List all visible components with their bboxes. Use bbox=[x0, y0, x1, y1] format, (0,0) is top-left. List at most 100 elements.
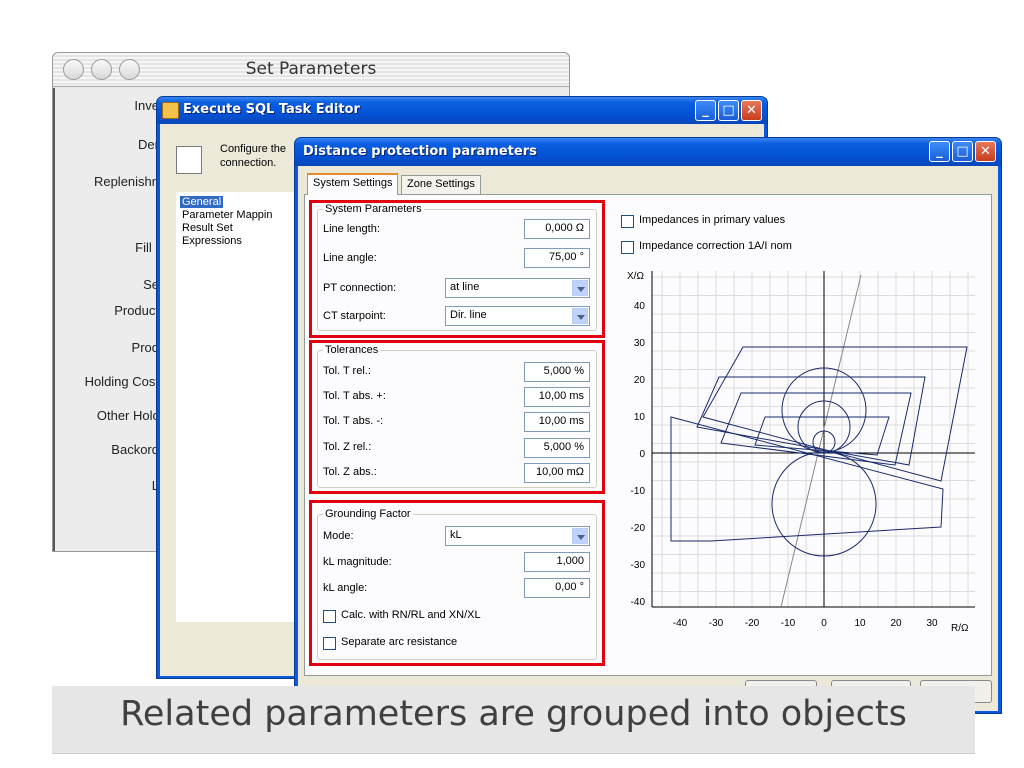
dp-title-bar[interactable]: Distance protection parameters _ □ ✕ bbox=[295, 138, 1001, 166]
mode-select[interactable]: kL bbox=[445, 526, 590, 546]
tolerance-field[interactable]: 5,000 % bbox=[524, 362, 590, 382]
x-tick-label: 20 bbox=[890, 618, 902, 629]
tolerance-field[interactable]: 10,00 mΩ bbox=[524, 463, 590, 483]
x-tick-label: 0 bbox=[821, 618, 827, 629]
mode-label: Mode: bbox=[323, 530, 354, 542]
x-tick-label: -30 bbox=[709, 618, 724, 629]
distance-protection-window: Distance protection parameters _ □ ✕ Sys… bbox=[294, 137, 1002, 714]
maximize-button[interactable]: □ bbox=[952, 141, 973, 162]
impedance-correction-label: Impedance correction 1A/I nom bbox=[639, 240, 792, 252]
close-icon: ✕ bbox=[980, 144, 991, 159]
sql-nav-list: General Parameter Mappin Result Set Expr… bbox=[176, 192, 304, 622]
system-parameters-highlight: System Parameters Line length: 0,000 Ω L… bbox=[309, 200, 605, 338]
nav-item-expressions[interactable]: Expressions bbox=[180, 235, 244, 247]
param-label: Other Holc bbox=[96, 408, 159, 423]
chevron-down-icon[interactable] bbox=[572, 528, 588, 544]
param-label: Product bbox=[114, 303, 159, 318]
tolerance-label: Tol. Z rel.: bbox=[323, 441, 372, 453]
minimize-button[interactable]: _ bbox=[695, 100, 716, 121]
x-tick-label: -10 bbox=[781, 618, 796, 629]
close-button[interactable]: ✕ bbox=[975, 141, 996, 162]
param-label: Backord bbox=[111, 442, 159, 457]
minimize-icon: _ bbox=[702, 103, 709, 118]
param-label: Prod bbox=[131, 340, 159, 355]
impedance-chart: X/Ω 40 30 20 10 0 -10 -20 -30 -40 -40 -3… bbox=[627, 271, 975, 634]
zone-polygon bbox=[696, 376, 926, 466]
line-angle-label: Line angle: bbox=[323, 252, 377, 264]
tolerance-label: Tol. T rel.: bbox=[323, 365, 371, 377]
ct-starpoint-select[interactable]: Dir. line bbox=[445, 306, 590, 326]
pt-connection-select[interactable]: at line bbox=[445, 278, 590, 298]
tolerance-field[interactable]: 10,00 ms bbox=[524, 412, 590, 432]
tolerance-label: Tol. T abs. +: bbox=[323, 390, 386, 402]
zone-polygon bbox=[670, 416, 944, 542]
line-length-field[interactable]: 0,000 Ω bbox=[524, 219, 590, 239]
sql-task-icon bbox=[162, 102, 179, 119]
kl-magnitude-label: kL magnitude: bbox=[323, 556, 392, 568]
maximize-icon: □ bbox=[956, 144, 969, 159]
kl-angle-label: kL angle: bbox=[323, 582, 368, 594]
line-angle-field[interactable]: 75,00 ° bbox=[524, 248, 590, 268]
y-tick-label: -40 bbox=[631, 597, 646, 608]
mac-title-bar[interactable]: Set Parameters bbox=[53, 53, 569, 87]
select-value: at line bbox=[450, 281, 480, 293]
window-title: Execute SQL Task Editor bbox=[183, 102, 360, 117]
calc-rn-label: Calc. with RN/RL and XN/XL bbox=[341, 609, 481, 621]
configure-text-line: connection. bbox=[220, 157, 277, 169]
close-icon: ✕ bbox=[746, 103, 757, 118]
y-tick-label: 10 bbox=[634, 412, 646, 423]
calc-rn-checkbox[interactable] bbox=[323, 610, 336, 623]
configure-description: Configure the connection. bbox=[220, 142, 286, 170]
separate-arc-label: Separate arc resistance bbox=[341, 636, 458, 648]
configure-icon bbox=[176, 146, 202, 174]
y-tick-label: -20 bbox=[631, 523, 646, 534]
tolerances-highlight: Tolerances Tol. T rel.: 5,000 % Tol. T a… bbox=[309, 340, 605, 494]
zone-characteristics bbox=[670, 274, 968, 608]
x-tick-label: 10 bbox=[854, 618, 866, 629]
separate-arc-checkbox[interactable] bbox=[323, 637, 336, 650]
y-tick-label: 40 bbox=[634, 301, 646, 312]
window-title: Set Parameters bbox=[245, 59, 377, 79]
configure-text-line: Configure the bbox=[220, 143, 287, 155]
impedance-correction-checkbox[interactable] bbox=[621, 241, 634, 254]
pt-connection-label: PT connection: bbox=[323, 282, 397, 294]
tolerance-field[interactable]: 10,00 ms bbox=[524, 387, 590, 407]
y-tick-label: -30 bbox=[631, 560, 646, 571]
y-tick-label: -10 bbox=[631, 486, 646, 497]
nav-item-result-set[interactable]: Result Set bbox=[180, 222, 235, 234]
window-title: Distance protection parameters bbox=[303, 144, 537, 159]
chevron-down-icon[interactable] bbox=[572, 308, 588, 324]
tolerance-label: Tol. T abs. -: bbox=[323, 415, 384, 427]
kl-angle-field[interactable]: 0,00 ° bbox=[524, 578, 590, 598]
select-value: kL bbox=[450, 529, 462, 541]
tab-zone-settings[interactable]: Zone Settings bbox=[401, 175, 481, 194]
maximize-button[interactable]: □ bbox=[718, 100, 739, 121]
param-label: Holding Cost bbox=[84, 374, 159, 389]
x-tick-label: -40 bbox=[673, 618, 688, 629]
nav-item-parameter-mapping[interactable]: Parameter Mappin bbox=[180, 209, 275, 221]
x-axis-ticks: -40 -30 -20 -10 0 10 20 30 bbox=[673, 618, 938, 629]
minimize-icon: _ bbox=[936, 144, 943, 159]
grounding-factor-highlight: Grounding Factor Mode: kL kL magnitude: … bbox=[309, 500, 605, 666]
primary-values-checkbox[interactable] bbox=[621, 215, 634, 228]
minimize-button[interactable]: _ bbox=[929, 141, 950, 162]
dp-window-body: System Settings Zone Settings System Par… bbox=[298, 166, 998, 711]
y-tick-label: 0 bbox=[639, 449, 645, 460]
tolerance-label: Tol. Z abs.: bbox=[323, 466, 377, 478]
slide-caption: Related parameters are grouped into obje… bbox=[120, 694, 907, 734]
group-title: Tolerances bbox=[323, 344, 381, 356]
chevron-down-icon[interactable] bbox=[572, 280, 588, 296]
system-settings-panel: System Parameters Line length: 0,000 Ω L… bbox=[304, 194, 992, 676]
group-title: System Parameters bbox=[323, 203, 424, 215]
x-tick-label: 30 bbox=[926, 618, 938, 629]
tolerance-field[interactable]: 5,000 % bbox=[524, 438, 590, 458]
tab-system-settings[interactable]: System Settings bbox=[307, 173, 399, 195]
y-tick-label: 20 bbox=[634, 375, 646, 386]
sql-title-bar[interactable]: Execute SQL Task Editor _ □ ✕ bbox=[157, 97, 767, 124]
y-axis-ticks: 40 30 20 10 0 -10 -20 -30 -40 bbox=[631, 301, 646, 608]
nav-item-general[interactable]: General bbox=[180, 196, 224, 208]
maximize-icon: □ bbox=[722, 103, 735, 118]
close-button[interactable]: ✕ bbox=[741, 100, 762, 121]
slide-caption-bar: Related parameters are grouped into obje… bbox=[52, 686, 975, 754]
kl-magnitude-field[interactable]: 1,000 bbox=[524, 552, 590, 572]
